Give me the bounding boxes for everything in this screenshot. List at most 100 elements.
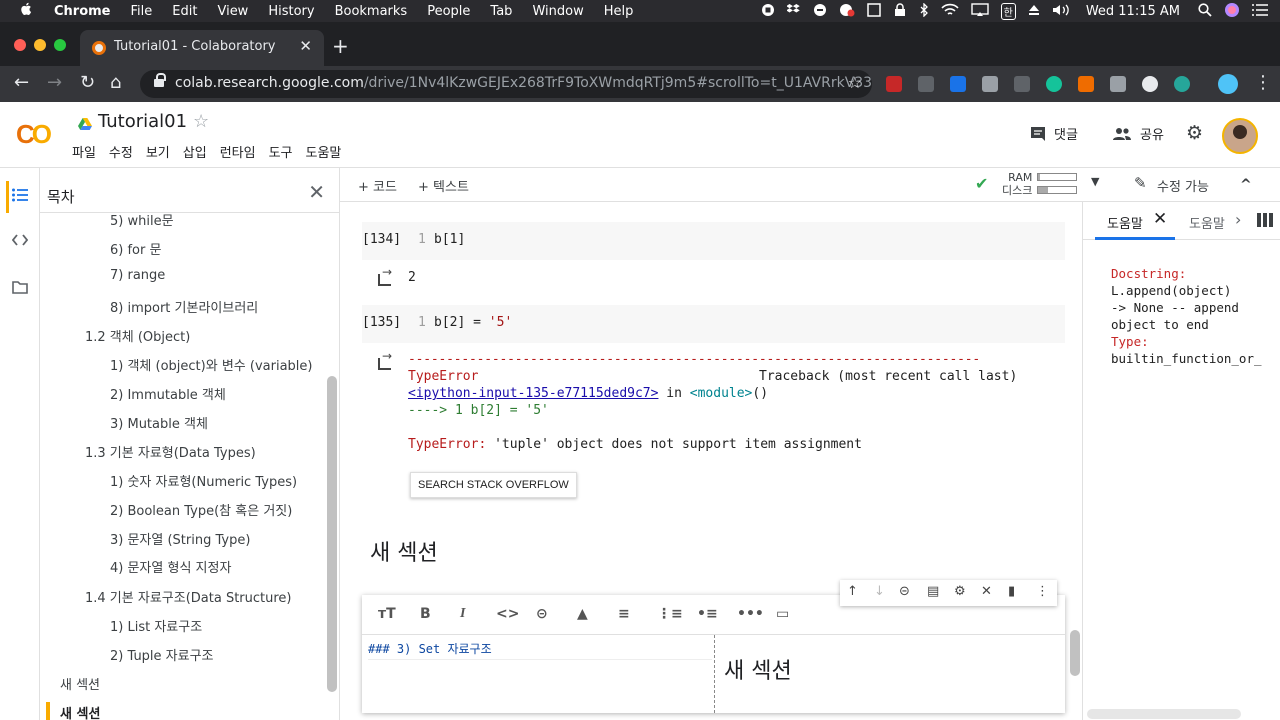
home-button[interactable]: ⌂ [110,73,121,93]
code-cell[interactable]: [134] 1 b[1] [362,222,1065,260]
toc-item[interactable]: 1.2 객체 (Object) [85,326,190,345]
wifi-icon[interactable] [941,3,959,20]
bookmark-star-icon[interactable]: ☆ [848,73,862,92]
menu-help-kr[interactable]: 도움말 [306,142,342,161]
output-icon[interactable] [378,349,392,370]
user-avatar[interactable] [1222,118,1258,154]
menu-bookmarks[interactable]: Bookmarks [325,4,418,19]
ram-usage-bar[interactable] [1037,173,1077,181]
runtime-dropdown-icon[interactable]: ▼ [1091,175,1099,188]
toc-item[interactable]: 1) 숫자 자료형(Numeric Types) [110,471,297,490]
help-tab-close-icon[interactable]: ✕ [1153,209,1167,229]
notebook-scrollbar[interactable] [1070,630,1080,676]
menu-edit[interactable]: Edit [162,4,207,19]
back-button[interactable]: ← [14,73,29,93]
chrome-menu-icon[interactable]: ⋮ [1254,73,1272,93]
menu-runtime-kr[interactable]: 런타임 [220,142,256,161]
heading-format-icon[interactable]: тT [378,606,396,622]
move-cell-up-icon[interactable]: ↑ [847,584,858,599]
numbered-list-icon[interactable]: ⋮≡ [657,606,683,622]
grammarly-extension-icon[interactable] [1046,76,1062,92]
code-format-icon[interactable]: <> [496,606,519,622]
toc-item[interactable]: 5) while문 [110,210,174,229]
keyboard-icon[interactable] [866,2,881,20]
secure-lock-icon[interactable] [154,73,166,88]
menu-tools-kr[interactable]: 도구 [269,142,293,161]
delete-cell-icon[interactable]: ▮ [1008,584,1015,599]
reload-button[interactable]: ↻ [80,73,95,93]
menu-edit-kr[interactable]: 수정 [109,142,133,161]
toc-list-icon[interactable] [12,188,28,206]
clock[interactable]: Wed 11:15 AM [1086,4,1180,19]
help-tab-active[interactable]: 도움말 [1107,213,1143,232]
toc-item[interactable]: 1.3 기본 자료형(Data Types) [85,442,256,461]
toc-item[interactable]: 6) for 문 [110,239,161,258]
menu-tab[interactable]: Tab [480,4,522,19]
help-tab[interactable]: 도움말 [1189,213,1225,232]
comment-button[interactable]: 댓글 [1030,124,1078,143]
forward-button[interactable]: → [47,73,62,93]
menu-view[interactable]: View [207,4,258,19]
toc-item[interactable]: 1) List 자료구조 [110,616,202,635]
toc-close-icon[interactable]: ✕ [308,180,325,204]
menu-insert-kr[interactable]: 삽입 [183,142,207,161]
extension-icon[interactable] [1078,76,1094,92]
text-cell-editor[interactable]: тT B I <> ⊝ ▲ ≡ ⋮≡ •≡ ••• ▭ ### 3) Set 자… [362,595,1065,713]
markdown-source[interactable]: ### 3) Set 자료구조 [368,640,712,660]
eject-icon[interactable] [1028,4,1040,19]
extension-icon[interactable] [1110,76,1126,92]
toc-item[interactable]: 3) 문자열 (String Type) [110,529,250,548]
toc-item[interactable]: 4) 문자열 형식 지정자 [110,557,231,576]
star-notebook-icon[interactable]: ☆ [193,111,209,132]
toc-item[interactable]: 7) range [110,268,165,283]
menu-app-chrome[interactable]: Chrome [44,4,121,19]
chat-icon[interactable] [839,3,855,20]
menu-view-kr[interactable]: 보기 [146,142,170,161]
toc-scrollbar[interactable] [327,376,337,692]
indent-format-icon[interactable]: ≡ [618,606,630,622]
toc-item[interactable]: 8) import 기본라이브러리 [110,297,258,316]
tab-close-icon[interactable]: ✕ [299,37,312,55]
new-tab-button[interactable]: + [332,36,349,56]
horizontal-rule-icon[interactable]: ••• [737,606,764,622]
code-cell[interactable]: [135] 1 b[2] = '5' [362,305,1065,343]
bulleted-list-icon[interactable]: •≡ [697,606,718,622]
toc-item[interactable]: 3) Mutable 객체 [110,413,208,432]
move-cell-down-icon[interactable]: ↓ [874,584,885,599]
notification-center-icon[interactable] [1252,3,1268,19]
cell-code[interactable]: b[2] = '5' [434,315,512,330]
browser-tab[interactable]: Tutorial01 - Colaboratory ✕ [80,30,324,66]
extension-icon[interactable] [886,76,902,92]
spotlight-search-icon[interactable] [1198,2,1212,20]
record-icon[interactable] [761,3,775,20]
tabs-scroll-right-icon[interactable]: › [1235,210,1241,229]
link-to-cell-icon[interactable]: ⊝ [899,584,910,599]
menu-help[interactable]: Help [594,4,644,19]
toc-item[interactable]: 1.4 기본 자료구조(Data Structure) [85,587,292,606]
menu-history[interactable]: History [258,4,324,19]
address-bar[interactable]: colab.research.google.com/drive/1Nv4lKzw… [140,70,872,98]
more-actions-icon[interactable]: ⋮ [1036,584,1049,599]
menu-file[interactable]: File [121,4,163,19]
settings-gear-icon[interactable]: ⚙ [1186,122,1203,144]
toc-item[interactable]: 2) Immutable 객체 [110,384,226,403]
toc-item[interactable]: 2) Tuple 자료구조 [110,645,214,664]
edit-mode-button[interactable]: 수정 가능 [1157,176,1209,195]
siri-icon[interactable] [1224,2,1240,21]
extension-icon[interactable] [1174,76,1190,92]
ime-indicator[interactable]: 한 [1000,2,1016,20]
panel-layout-icon[interactable] [1257,212,1273,231]
cell-settings-icon[interactable]: ⚙ [954,584,966,599]
menu-window[interactable]: Window [522,4,593,19]
toc-item-active[interactable]: 새 섹션 [60,703,100,720]
collapse-header-icon[interactable]: ^ [1240,177,1252,193]
extension-icon[interactable] [1014,76,1030,92]
volume-icon[interactable] [1052,3,1072,20]
lock-icon[interactable] [893,2,907,20]
section-heading[interactable]: 새 섹션 [370,535,438,567]
extension-icon[interactable] [1142,76,1158,92]
disk-usage-bar[interactable] [1037,186,1077,194]
help-hscrollbar[interactable] [1087,709,1241,719]
notebook-title[interactable]: Tutorial01 [98,111,187,132]
window-zoom-button[interactable] [54,39,66,51]
